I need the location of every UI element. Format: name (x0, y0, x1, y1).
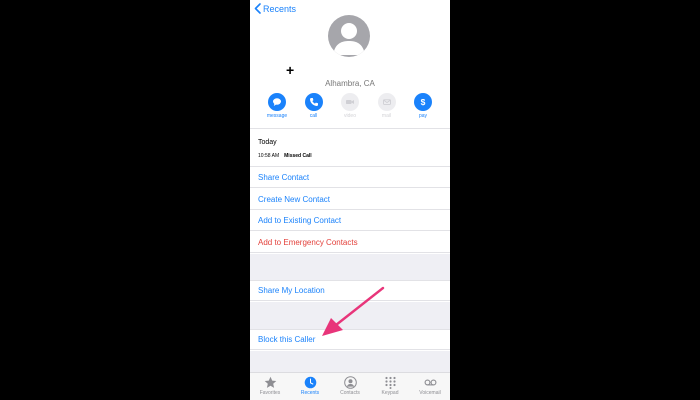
mail-button[interactable]: mail (374, 93, 400, 119)
call-history-entry: 10:58 AM Missed Call (258, 153, 312, 159)
tab-contacts[interactable]: Contacts (330, 373, 370, 400)
mail-label: mail (381, 113, 392, 119)
call-button[interactable]: call (301, 93, 327, 119)
call-label: call (309, 113, 318, 119)
avatar (328, 15, 370, 57)
video-icon (346, 100, 354, 104)
message-label: message (266, 113, 288, 119)
divider (250, 128, 450, 129)
share-contact-row[interactable]: Share Contact (250, 167, 450, 188)
star-icon (264, 376, 276, 388)
clock-icon (304, 376, 316, 389)
tab-keypad[interactable]: Keypad (370, 373, 410, 400)
back-button[interactable]: Recents (254, 3, 296, 14)
history-day: Today (258, 139, 277, 146)
chevron-left-icon (254, 3, 261, 14)
video-button[interactable]: video (337, 93, 363, 119)
tab-recents[interactable]: Recents (290, 373, 330, 400)
video-label: video (344, 113, 356, 119)
dollar-icon: $ (421, 97, 426, 107)
contact-detail-screen: Recents + Alhambra, CA message call vide… (250, 0, 450, 400)
message-button[interactable]: message (264, 93, 290, 119)
tab-voicemail[interactable]: Voicemail (410, 373, 450, 400)
section-gap (250, 254, 450, 280)
message-icon (273, 98, 281, 106)
tab-label: Voicemail (419, 390, 441, 396)
tab-favorites[interactable]: Favorites (250, 373, 290, 400)
mail-icon (382, 99, 391, 105)
keypad-icon (384, 376, 396, 389)
call-type: Missed Call (284, 153, 312, 159)
block-this-caller-row[interactable]: Block this Caller (250, 329, 450, 350)
tab-label: Recents (300, 390, 320, 396)
add-to-existing-contact-row[interactable]: Add to Existing Contact (250, 210, 450, 231)
voicemail-icon (424, 379, 436, 386)
pay-button[interactable]: $ pay (410, 93, 436, 119)
create-new-contact-row[interactable]: Create New Contact (250, 189, 450, 210)
section-gap (250, 302, 450, 329)
tab-label: Favorites (259, 390, 281, 396)
phone-icon (309, 98, 318, 106)
section-gap (250, 351, 450, 372)
person-circle-icon (343, 376, 357, 389)
svg-text:$: $ (421, 97, 426, 107)
tab-bar: Favorites Recents Contacts Keypad Voicem… (250, 372, 450, 400)
tab-label: Keypad (381, 390, 399, 396)
caller-location: Alhambra, CA (325, 79, 375, 88)
pay-label: pay (418, 113, 428, 119)
tab-label: Contacts (340, 390, 360, 396)
call-time: 10:58 AM (258, 153, 280, 159)
add-to-emergency-contacts-row[interactable]: Add to Emergency Contacts (250, 232, 450, 253)
back-label: Recents (263, 3, 297, 14)
action-buttons: message call video mail $ pay (264, 93, 436, 119)
add-symbol: + (286, 62, 295, 78)
person-silhouette-icon (333, 23, 365, 55)
share-my-location-row[interactable]: Share My Location (250, 280, 450, 301)
